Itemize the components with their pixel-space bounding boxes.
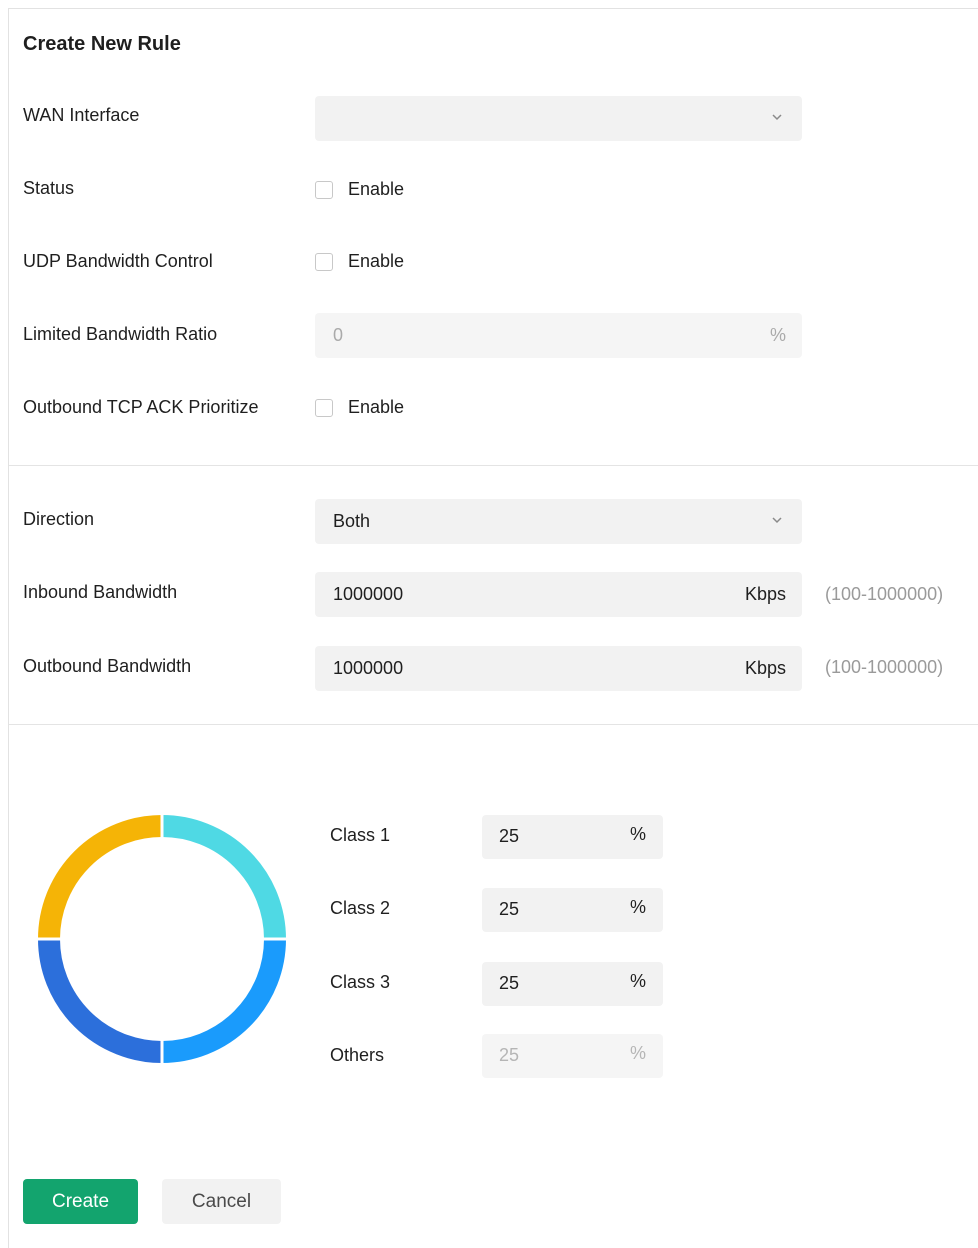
- class-3-label: Class 3: [330, 972, 391, 992]
- others-value: 25: [499, 1045, 520, 1065]
- class-2-unit: %: [629, 897, 646, 917]
- donut-slice-others: [38, 815, 163, 940]
- outbound-bandwidth-label: Outbound Bandwidth: [23, 656, 192, 676]
- others-unit: %: [629, 1043, 646, 1063]
- direction-select[interactable]: Both: [315, 499, 802, 544]
- section-divider: [9, 465, 978, 466]
- tcp-ack-enable-label: Enable: [348, 397, 405, 417]
- others-label: Others: [330, 1045, 385, 1065]
- inbound-bandwidth-label: Inbound Bandwidth: [23, 582, 178, 602]
- udp-checkbox[interactable]: [315, 253, 333, 271]
- others-input: 25 %: [482, 1034, 663, 1078]
- class-1-value: 25: [499, 826, 520, 846]
- wan-interface-select[interactable]: [315, 96, 802, 141]
- chevron-down-icon: [772, 114, 782, 121]
- class-2-label: Class 2: [330, 898, 391, 918]
- class-3-unit: %: [629, 971, 646, 991]
- status-checkbox[interactable]: [315, 181, 333, 199]
- wan-interface-label: WAN Interface: [23, 105, 140, 125]
- class-2-value: 25: [499, 899, 520, 919]
- status-enable-label: Enable: [348, 179, 405, 199]
- class-1-input[interactable]: 25 %: [482, 815, 663, 859]
- limited-ratio-unit: %: [769, 325, 786, 345]
- inbound-bandwidth-input[interactable]: 1000000 Kbps: [315, 572, 802, 617]
- limited-ratio-input[interactable]: 0 %: [315, 313, 802, 358]
- donut-slice-class-2: [161, 938, 286, 1063]
- form-title: Create New Rule: [23, 33, 181, 55]
- tcp-ack-checkbox[interactable]: [315, 399, 333, 417]
- outbound-bandwidth-value: 1000000: [333, 658, 404, 678]
- class-distribution-donut: [37, 814, 287, 1064]
- chevron-down-icon: [772, 517, 782, 524]
- udp-enable-label: Enable: [348, 251, 405, 271]
- class-3-input[interactable]: 25 %: [482, 962, 663, 1006]
- donut-slice-class-3: [38, 938, 163, 1063]
- inbound-bandwidth-value: 1000000: [333, 584, 404, 604]
- outbound-bandwidth-range: (100-1000000): [825, 657, 944, 677]
- direction-label: Direction: [23, 509, 95, 529]
- cancel-button[interactable]: Cancel: [162, 1179, 281, 1224]
- class-1-unit: %: [629, 824, 646, 844]
- create-button[interactable]: Create: [23, 1179, 138, 1224]
- limited-ratio-label: Limited Bandwidth Ratio: [23, 324, 218, 344]
- outbound-bandwidth-input[interactable]: 1000000 Kbps: [315, 646, 802, 691]
- tcp-ack-label: Outbound TCP ACK Prioritize: [23, 397, 259, 417]
- inbound-bandwidth-range: (100-1000000): [825, 584, 944, 604]
- class-1-label: Class 1: [330, 825, 391, 845]
- status-label: Status: [23, 178, 75, 198]
- inbound-bandwidth-unit: Kbps: [744, 584, 786, 604]
- direction-value: Both: [333, 511, 371, 531]
- class-2-input[interactable]: 25 %: [482, 888, 663, 932]
- donut-slice-class-1: [161, 815, 286, 940]
- udp-bandwidth-label: UDP Bandwidth Control: [23, 251, 213, 271]
- outbound-bandwidth-unit: Kbps: [744, 658, 786, 678]
- class-3-value: 25: [499, 973, 520, 993]
- limited-ratio-value: 0: [333, 325, 344, 345]
- section-divider: [9, 724, 978, 725]
